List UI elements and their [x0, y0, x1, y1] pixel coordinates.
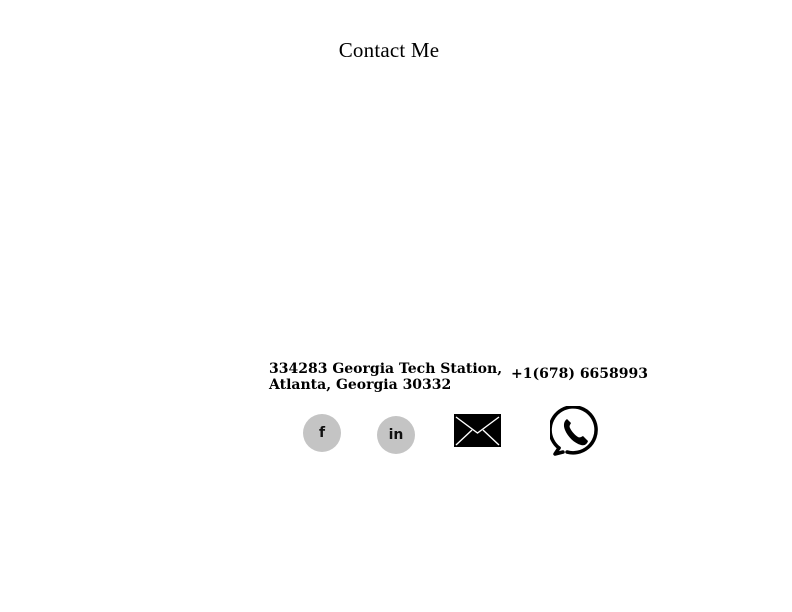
address-line-1: 334283 Georgia Tech Station, [269, 361, 503, 377]
phone-number: +1(678) 6658993 [511, 366, 649, 382]
phone-icon [550, 406, 598, 456]
page-title: Contact Me [338, 38, 440, 62]
envelope-icon [454, 414, 501, 447]
address: 334283 Georgia Tech Station, Atlanta, Ge… [269, 361, 502, 393]
facebook-button[interactable]: f [303, 414, 341, 452]
facebook-icon: f [318, 425, 326, 441]
email-button[interactable] [454, 414, 501, 447]
address-line-2: Atlanta, Georgia 30332 [269, 377, 452, 393]
linkedin-icon: in [388, 427, 404, 443]
phone-button[interactable] [550, 406, 600, 456]
linkedin-button[interactable]: in [377, 416, 415, 454]
